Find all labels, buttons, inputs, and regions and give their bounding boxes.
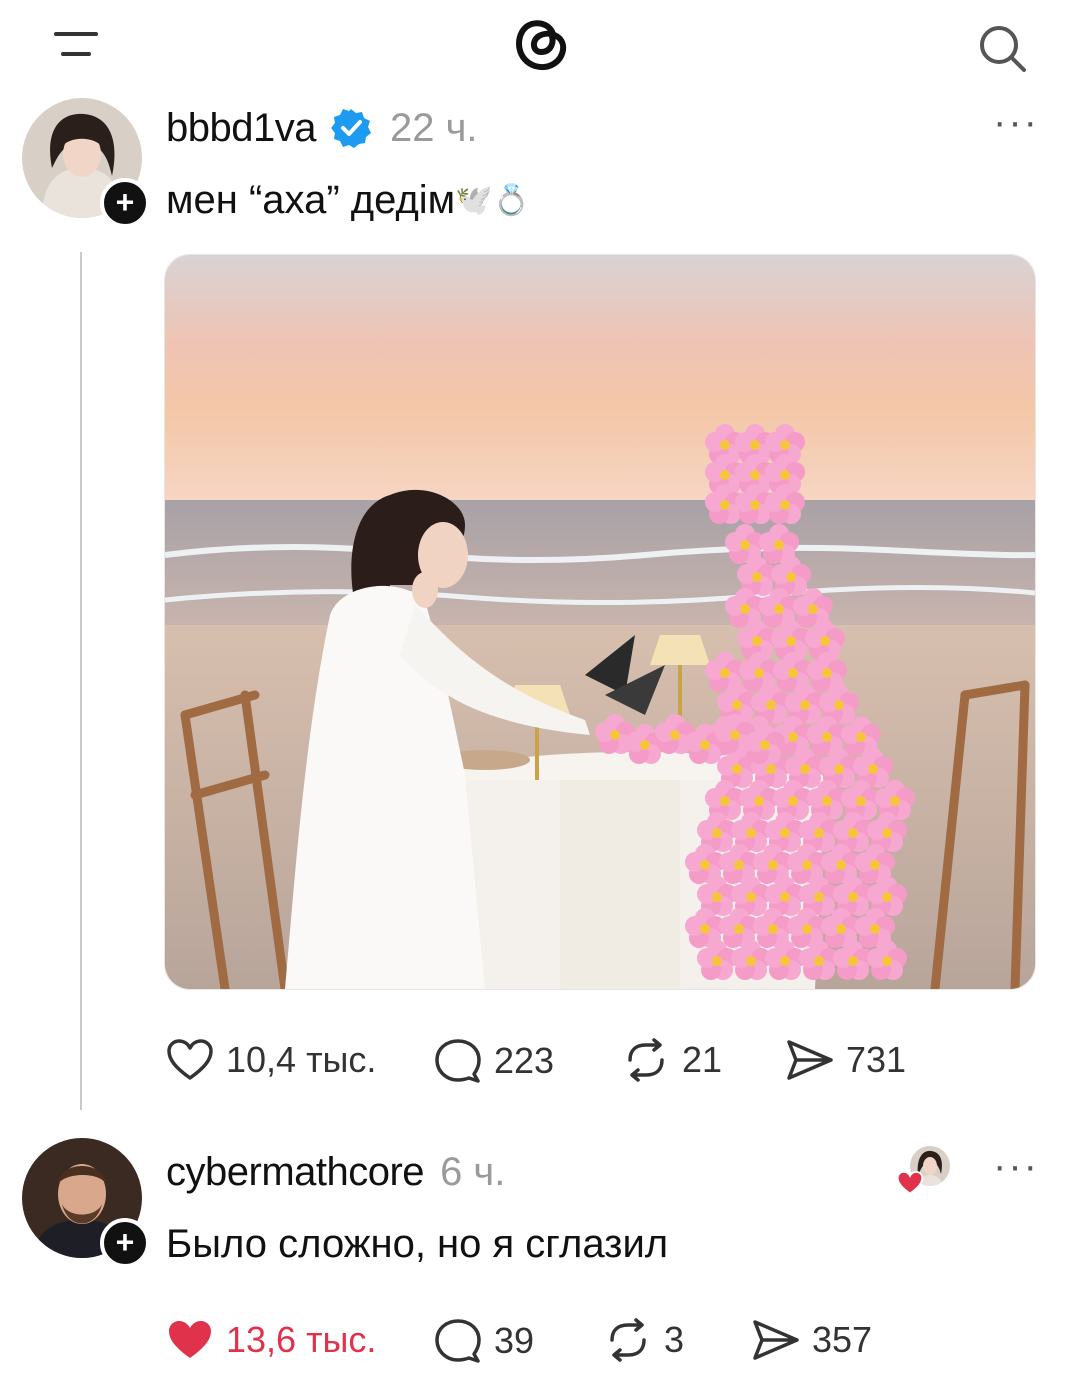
like-count: 10,4 тыс. (226, 1039, 377, 1080)
reply-share-button[interactable]: 357 (752, 1318, 872, 1362)
reply-more-options-button[interactable]: ··· (993, 1144, 1039, 1189)
share-icon (787, 1040, 833, 1080)
share-icon (753, 1320, 799, 1360)
repost-count: 21 (682, 1039, 723, 1080)
reply-follow-button[interactable]: + (100, 1218, 150, 1268)
thread-line (80, 252, 82, 1110)
threads-logo-icon[interactable] (505, 8, 575, 78)
reply-text: Было сложно, но я сглазил (166, 1222, 669, 1266)
reply-username[interactable]: cybermathcore (166, 1150, 425, 1195)
post-image[interactable] (164, 254, 1036, 990)
repost-button[interactable]: 21 (622, 1038, 722, 1082)
reply-comment-button[interactable]: 39 (434, 1318, 534, 1364)
share-button[interactable]: 731 (786, 1038, 906, 1082)
search-icon[interactable] (976, 22, 1028, 74)
comment-button[interactable]: 223 (434, 1038, 554, 1084)
heart-filled-icon (169, 1321, 211, 1358)
comment-icon (435, 1039, 481, 1083)
reply-comment-count: 39 (494, 1320, 535, 1361)
repost-icon (610, 1318, 646, 1362)
post-text: мен “аха” дедім (166, 178, 456, 222)
reply-share-count: 357 (812, 1319, 873, 1360)
post-emoji: 🕊️💍 (455, 184, 530, 217)
menu-icon[interactable] (54, 28, 98, 62)
reply-repost-count: 3 (664, 1319, 685, 1360)
follow-button[interactable]: + (100, 178, 150, 228)
share-count: 731 (846, 1039, 907, 1080)
post-username[interactable]: bbbd1va (166, 106, 316, 151)
reply-like-button[interactable]: 13,6 тыс. (166, 1318, 376, 1362)
like-button[interactable]: 10,4 тыс. (166, 1038, 376, 1082)
reply-timestamp: 6 ч. (440, 1149, 506, 1194)
reply-like-count: 13,6 тыс. (226, 1319, 377, 1360)
comment-count: 223 (494, 1040, 555, 1081)
reply-repost-button[interactable]: 3 (604, 1318, 684, 1362)
post-timestamp: 22 ч. (389, 105, 478, 150)
repost-icon (628, 1038, 664, 1082)
heart-icon (167, 1039, 213, 1080)
comment-icon (435, 1319, 481, 1363)
more-options-button[interactable]: ··· (993, 100, 1039, 145)
liked-by-author-icon (896, 1146, 954, 1196)
verified-badge-icon (330, 109, 371, 148)
